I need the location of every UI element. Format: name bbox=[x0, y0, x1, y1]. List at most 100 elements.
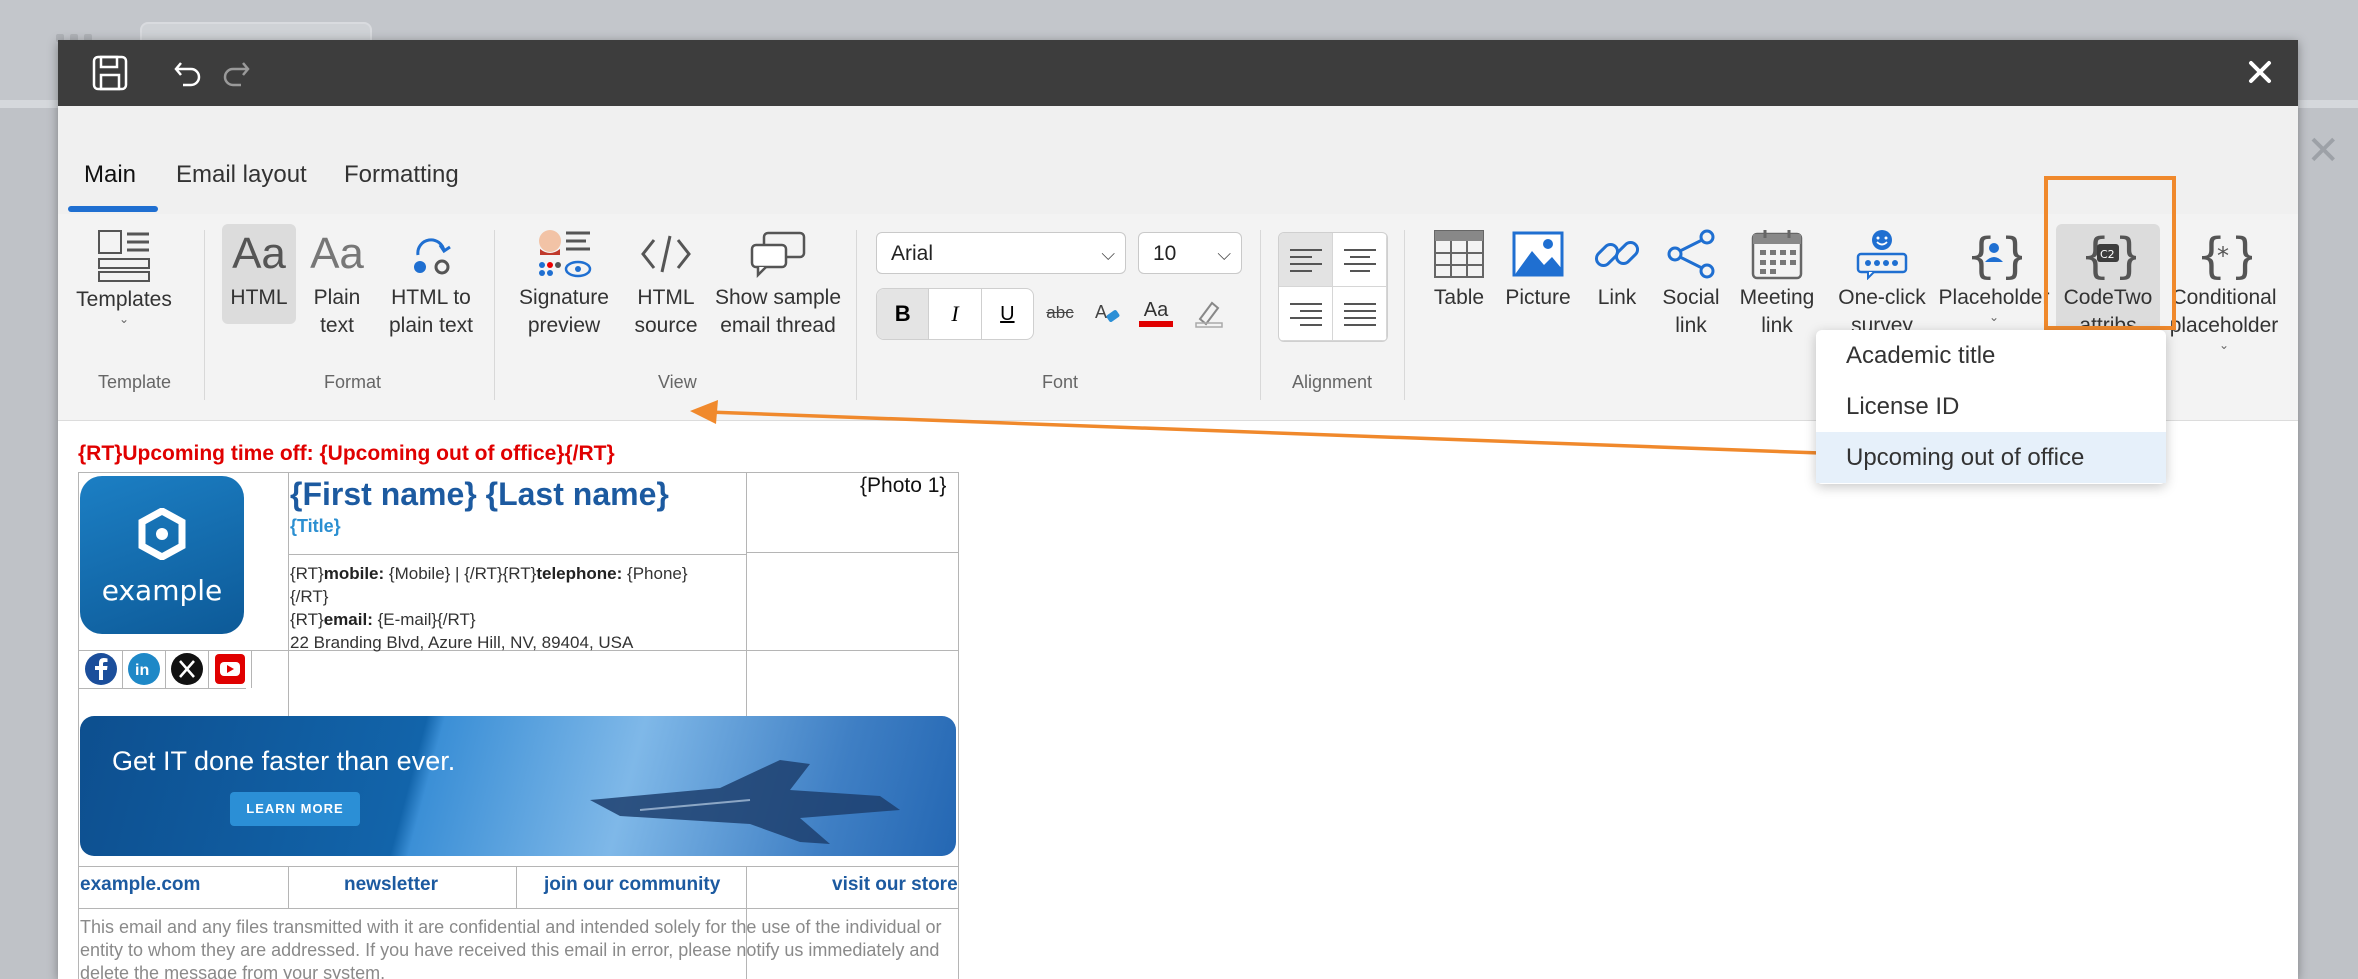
signature-editor-dialog: Main Email layout Formatting Templates ⌄… bbox=[58, 40, 2298, 979]
menu-item-upcoming-out-of-office[interactable]: Upcoming out of office bbox=[1816, 432, 2166, 483]
group-label-font: Font bbox=[1042, 372, 1079, 392]
footer-link-store[interactable]: visit our store bbox=[832, 874, 958, 896]
menu-item-license-id[interactable]: License ID bbox=[1816, 381, 2166, 432]
html-to-plain-text-button[interactable]: HTML to plain text bbox=[376, 224, 486, 340]
tab-formatting[interactable]: Formatting bbox=[330, 162, 473, 206]
footer-links-row: example.com newsletter join our communit… bbox=[78, 866, 958, 906]
aa-light-icon: Aa bbox=[310, 229, 364, 278]
email-value: {E-mail}{/RT} bbox=[372, 610, 476, 629]
ribbon-separator bbox=[1260, 230, 1261, 400]
group-label-format: Format bbox=[324, 372, 382, 392]
promo-banner[interactable]: Get IT done faster than ever. LEARN MORE bbox=[80, 716, 956, 856]
close-icon[interactable] bbox=[2242, 54, 2278, 90]
font-color-swatch bbox=[1139, 321, 1173, 327]
italic-button[interactable]: I bbox=[929, 289, 982, 339]
chevron-down-icon: ⌄ bbox=[118, 312, 130, 326]
highlight-pen-icon[interactable] bbox=[1190, 296, 1226, 330]
chevron-down-icon: ⌄ bbox=[1988, 310, 2000, 324]
banner-headline: Get IT done faster than ever. bbox=[112, 746, 456, 776]
menu-item-academic-title[interactable]: Academic title bbox=[1816, 330, 2166, 381]
address: 22 Branding Blvd, Azure Hill, NV, 89404,… bbox=[290, 633, 634, 652]
signature-contact: {RT}mobile: {Mobile} | {/RT}{RT}telephon… bbox=[290, 562, 750, 654]
align-center-icon[interactable] bbox=[1333, 233, 1387, 287]
meeting-link-button[interactable]: Meeting link bbox=[1732, 224, 1822, 340]
photo-placeholder: {Photo 1} bbox=[860, 474, 947, 497]
telephone-value: {Phone} bbox=[622, 564, 688, 583]
tab-email-layout[interactable]: Email layout bbox=[162, 162, 321, 206]
facebook-icon[interactable] bbox=[80, 650, 123, 688]
signature-preview-label: Signature preview bbox=[519, 286, 609, 337]
survey-icon bbox=[1832, 224, 1932, 284]
templates-label: Templates bbox=[76, 288, 172, 311]
chevron-down-icon: ⌵ bbox=[1217, 244, 1231, 264]
clear-formatting-icon[interactable]: A bbox=[1090, 296, 1126, 330]
underline-button[interactable]: U bbox=[982, 289, 1033, 339]
ribbon-separator bbox=[1404, 230, 1405, 400]
font-family-select[interactable]: Arial ⌵ bbox=[876, 232, 1126, 274]
calendar-icon bbox=[1732, 224, 1822, 284]
company-logo: example bbox=[80, 476, 244, 634]
font-family-value: Arial bbox=[891, 242, 934, 265]
share-icon bbox=[1656, 224, 1726, 284]
table-border bbox=[288, 554, 746, 555]
picture-label: Picture bbox=[1505, 286, 1571, 309]
signature-title: {Title} bbox=[290, 516, 341, 536]
signature-canvas[interactable]: {RT}Upcoming time off: {Upcoming out of … bbox=[58, 420, 2298, 979]
social-icons-row: in bbox=[80, 650, 252, 688]
linkedin-icon[interactable]: in bbox=[123, 650, 166, 688]
redo-icon[interactable] bbox=[218, 52, 254, 94]
font-size-select[interactable]: 10 ⌵ bbox=[1138, 232, 1242, 274]
chat-bubbles-icon bbox=[708, 224, 848, 284]
font-color-button[interactable]: Aa bbox=[1138, 296, 1174, 330]
table-label: Table bbox=[1433, 286, 1485, 309]
logo-text: example bbox=[101, 574, 223, 607]
social-link-button[interactable]: Social link bbox=[1656, 224, 1726, 340]
active-tab-indicator bbox=[68, 206, 158, 212]
plain-text-button[interactable]: Aa Plain text bbox=[302, 224, 372, 340]
footer-link-community[interactable]: join our community bbox=[544, 874, 720, 896]
conditional-placeholder-button[interactable]: {}* Conditional placeholder ⌄ bbox=[2166, 224, 2282, 351]
table-border bbox=[78, 908, 958, 909]
ribbon-tabs: Main Email layout Formatting bbox=[58, 106, 2298, 214]
strikethrough-button[interactable]: abc bbox=[1042, 296, 1078, 330]
html-source-button[interactable]: HTML source bbox=[626, 224, 706, 340]
picture-button[interactable]: Picture bbox=[1498, 224, 1578, 312]
highlight-box bbox=[2044, 176, 2176, 330]
logo-mark-icon bbox=[138, 508, 186, 560]
rt-close: {/RT} bbox=[290, 587, 329, 606]
svg-text:}: } bbox=[2000, 228, 2022, 280]
show-sample-thread-button[interactable]: Show sample email thread bbox=[708, 224, 848, 340]
x-twitter-icon[interactable] bbox=[166, 650, 209, 688]
one-click-survey-button[interactable]: One-click survey bbox=[1832, 224, 1932, 340]
save-icon[interactable] bbox=[88, 52, 132, 94]
signature-preview-icon bbox=[514, 224, 614, 284]
tab-main[interactable]: Main bbox=[70, 162, 150, 206]
social-link-label: Social link bbox=[1662, 286, 1720, 337]
svg-text:}: } bbox=[2230, 228, 2252, 280]
align-left-icon[interactable] bbox=[1279, 233, 1333, 287]
align-right-icon[interactable] bbox=[1279, 287, 1333, 341]
footer-link-newsletter[interactable]: newsletter bbox=[344, 874, 438, 896]
footer-link-website[interactable]: example.com bbox=[80, 874, 200, 896]
ribbon-separator bbox=[856, 230, 857, 400]
link-icon bbox=[1582, 224, 1652, 284]
signature-preview-button[interactable]: Signature preview bbox=[514, 224, 614, 340]
jet-icon bbox=[590, 760, 900, 844]
templates-icon bbox=[76, 226, 172, 286]
placeholder-button[interactable]: {} Placeholder ⌄ bbox=[1938, 224, 2050, 324]
alignment-grid bbox=[1278, 232, 1388, 342]
link-button[interactable]: Link bbox=[1582, 224, 1652, 312]
html-format-button[interactable]: Aa HTML bbox=[222, 224, 296, 324]
learn-more-button[interactable]: LEARN MORE bbox=[230, 792, 360, 826]
mobile-prefix: {RT} bbox=[290, 564, 324, 583]
youtube-icon[interactable] bbox=[209, 650, 252, 688]
telephone-label: telephone: bbox=[536, 564, 623, 583]
table-border bbox=[78, 472, 958, 473]
undo-icon[interactable] bbox=[170, 52, 206, 94]
table-button[interactable]: Table bbox=[1424, 224, 1494, 312]
templates-button[interactable]: Templates ⌄ bbox=[76, 226, 172, 326]
align-justify-icon[interactable] bbox=[1333, 287, 1387, 341]
bold-button[interactable]: B bbox=[877, 289, 930, 339]
ribbon-separator bbox=[494, 230, 495, 400]
background-close-icon: ✕ bbox=[2306, 129, 2340, 173]
